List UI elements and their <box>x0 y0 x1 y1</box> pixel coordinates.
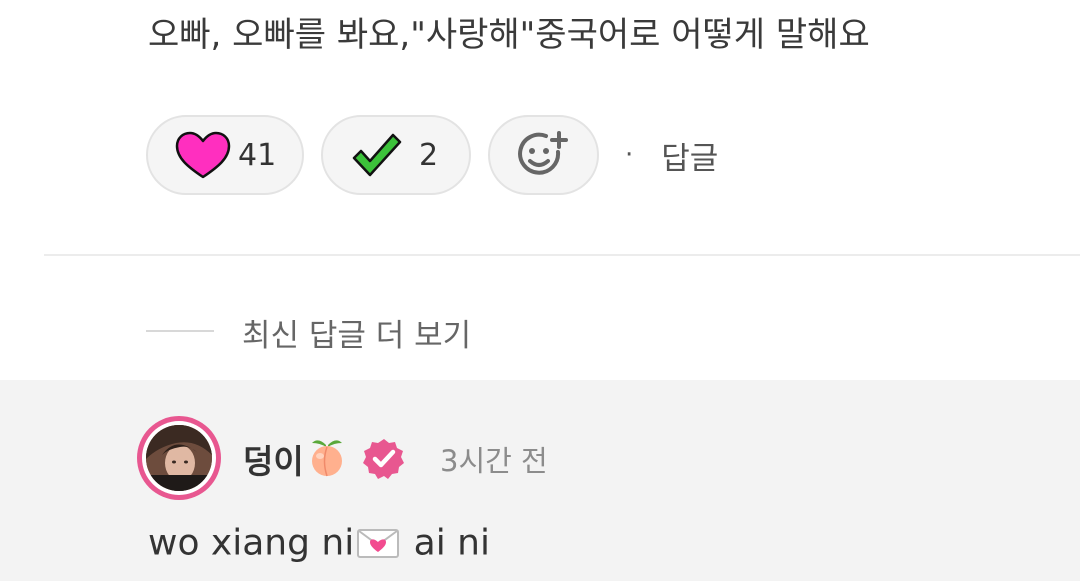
heart-count: 41 <box>238 137 277 173</box>
check-reaction-button[interactable]: 2 <box>321 115 471 195</box>
love-letter-icon <box>357 529 400 558</box>
avatar-frame <box>142 421 216 495</box>
heart-reaction-button[interactable]: 41 <box>146 115 304 195</box>
reaction-bar: 41 2 · 답글 <box>146 113 718 197</box>
avatar-image <box>146 425 212 491</box>
check-icon <box>352 133 402 177</box>
top-comment: 오빠, 오빠를 봐요,"사랑해"중국어로 어떻게 말해요 41 2 · 답글 최… <box>0 0 1080 380</box>
heart-icon <box>175 131 231 179</box>
reply-text-part-1: wo xiang ni <box>148 522 355 564</box>
add-reaction-button[interactable] <box>488 115 599 195</box>
check-count: 2 <box>419 137 439 173</box>
separator-dot: · <box>625 140 634 170</box>
reply-text: wo xiang ni ai ni <box>148 521 490 564</box>
timestamp: 3시간 전 <box>440 444 548 478</box>
more-replies-link[interactable]: 최신 답글 더 보기 <box>242 310 471 355</box>
more-replies-line <box>146 330 214 332</box>
username[interactable]: 덩이 <box>243 435 304 483</box>
comment-text: 오빠, 오빠를 봐요,"사랑해"중국어로 어떻게 말해요 <box>148 15 870 55</box>
reply-button[interactable]: 답글 <box>661 133 718 178</box>
reply-text-part-2: ai ni <box>402 522 490 564</box>
peach-icon <box>312 440 342 477</box>
avatar[interactable] <box>137 416 221 500</box>
add-reaction-icon <box>517 131 568 175</box>
verified-badge-icon <box>363 439 404 479</box>
divider <box>44 254 1080 256</box>
